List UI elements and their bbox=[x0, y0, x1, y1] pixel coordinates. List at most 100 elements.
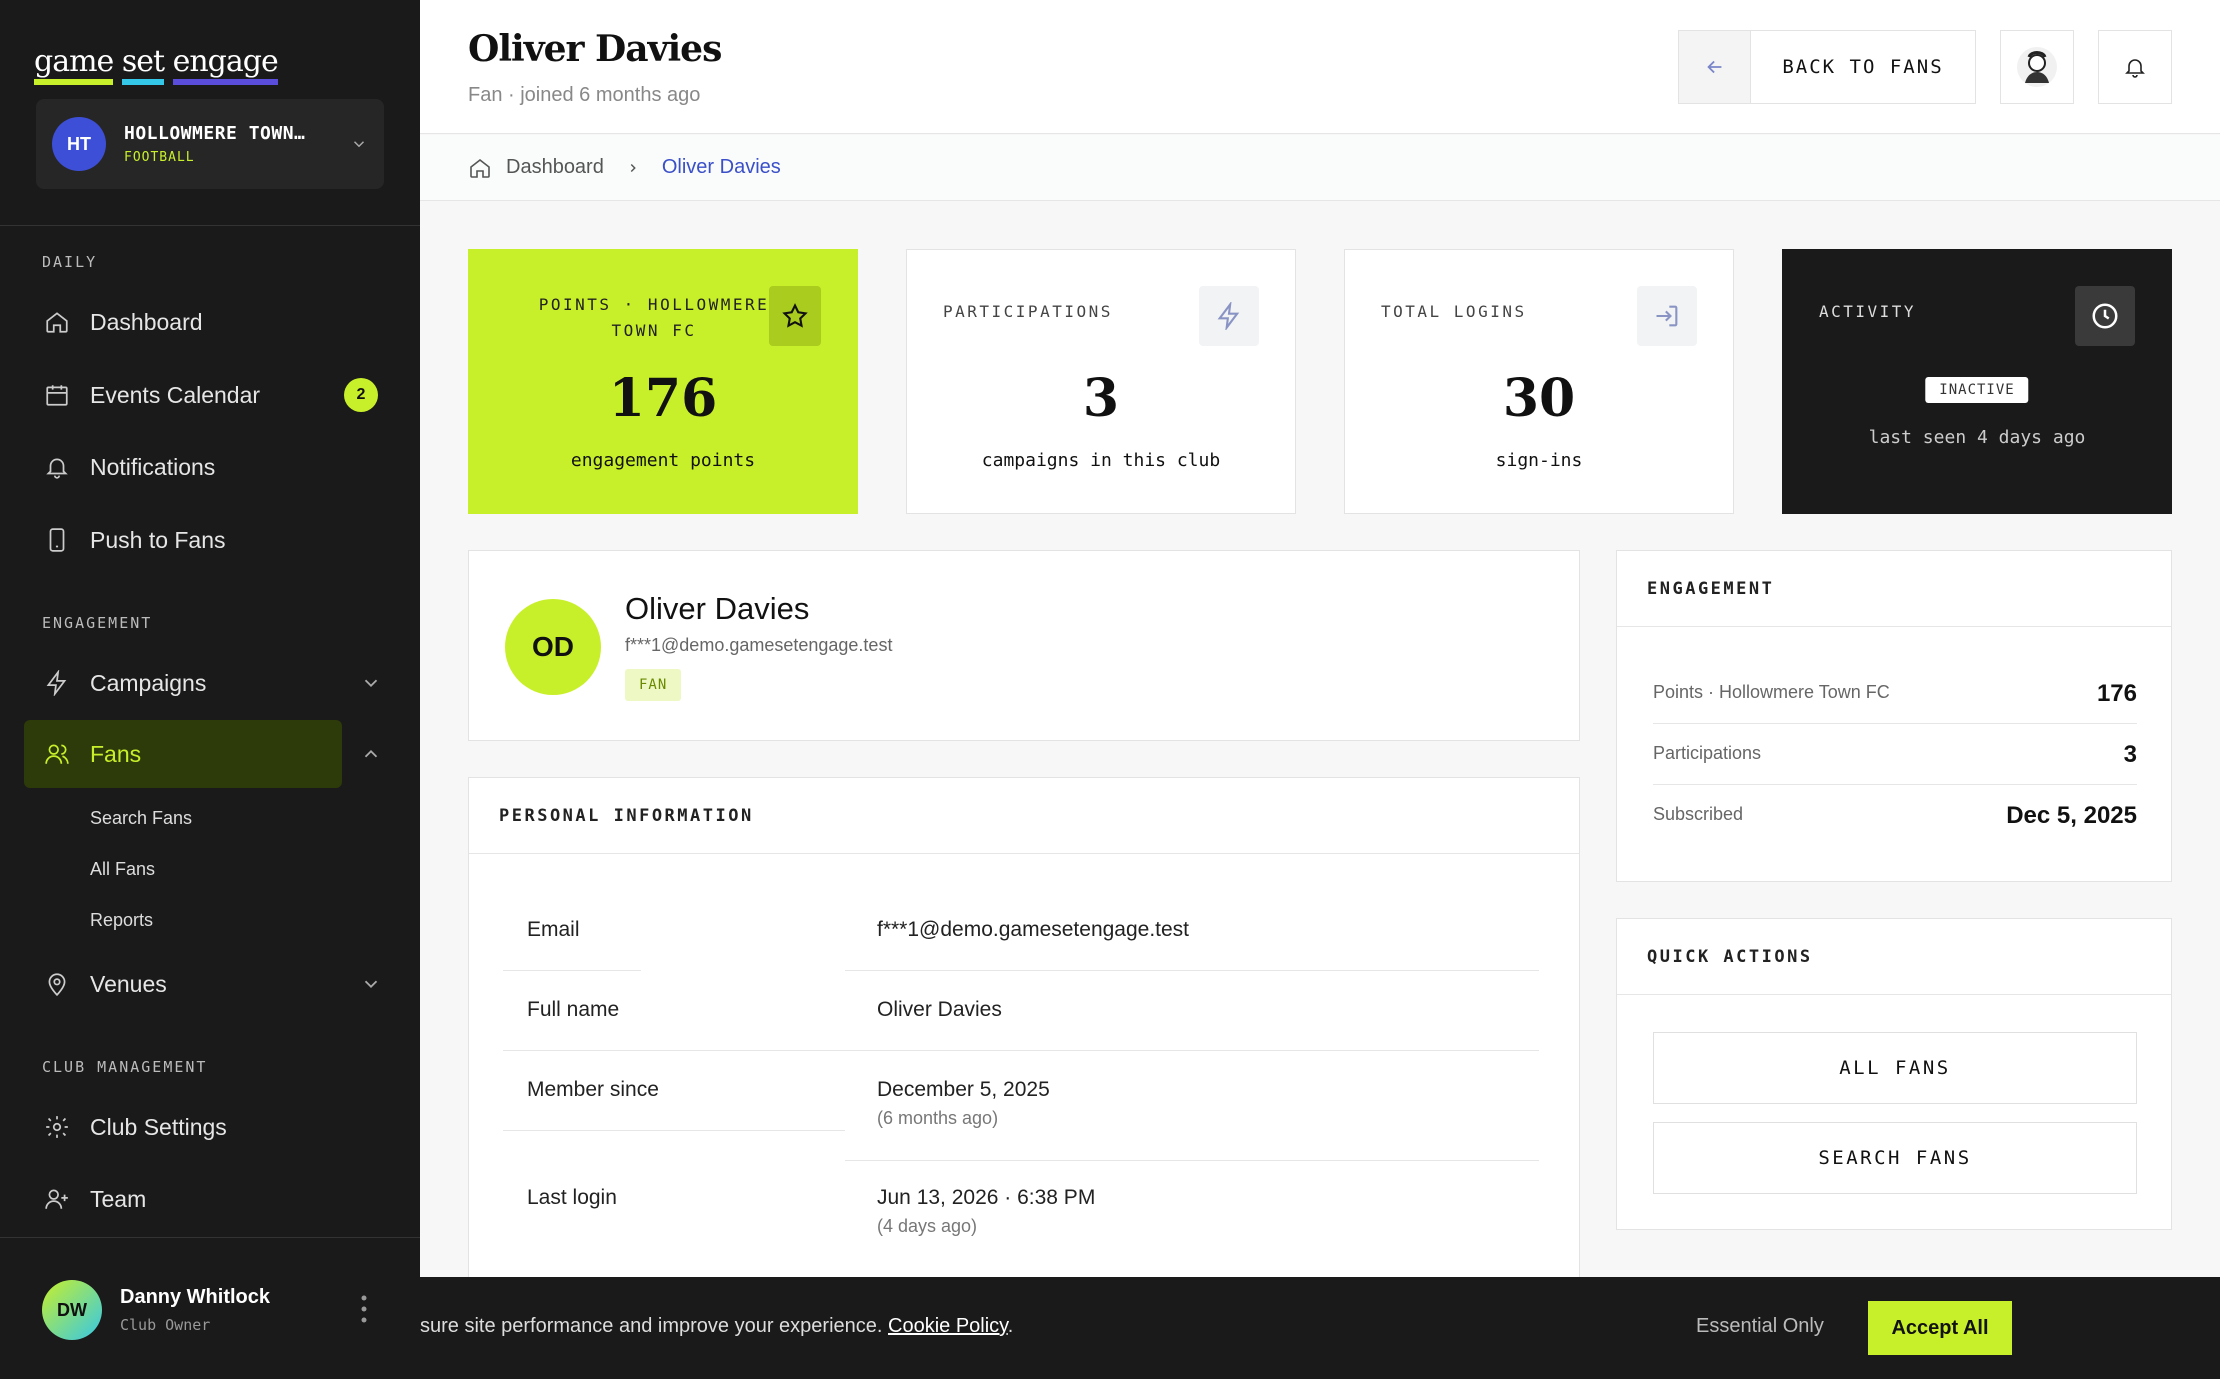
map-pin-icon bbox=[48, 973, 66, 997]
sidebar-item-events-calendar[interactable]: Events Calendar bbox=[24, 361, 342, 429]
chevron-right-icon bbox=[630, 163, 636, 172]
profile-avatar-button[interactable] bbox=[2000, 30, 2074, 104]
club-name: HOLLOWMERE TOWN… bbox=[124, 123, 306, 144]
club-switcher[interactable]: HT HOLLOWMERE TOWN… FOOTBALL bbox=[36, 99, 384, 189]
stat-label: TOTAL LOGINS bbox=[1381, 302, 1527, 321]
sidebar-item-label: Venues bbox=[90, 970, 167, 997]
chevron-down-icon[interactable] bbox=[360, 672, 382, 694]
stat-value: 3 bbox=[1082, 368, 1120, 429]
chevron-down-icon bbox=[353, 141, 365, 148]
accept-all-button[interactable]: Accept All bbox=[1868, 1301, 2012, 1355]
login-icon bbox=[1637, 286, 1697, 346]
card-title: PERSONAL INFORMATION bbox=[469, 778, 1579, 854]
user-name: Danny Whitlock bbox=[120, 1286, 271, 1308]
sidebar-subitem-reports[interactable]: Reports bbox=[90, 910, 153, 931]
engagement-row: Participations 3 bbox=[1653, 725, 2137, 785]
gear-icon bbox=[46, 1116, 68, 1138]
user-role: Club Owner bbox=[120, 1316, 211, 1334]
card-title: QUICK ACTIONS bbox=[1617, 919, 2171, 995]
stat-card-points: POINTS · HOLLOWMERE TOWN FC 176 engageme… bbox=[468, 249, 858, 514]
profile-card: OD Oliver Davies f***1@demo.gamesetengag… bbox=[468, 550, 1580, 741]
club-avatar: HT bbox=[52, 117, 106, 171]
bell-icon bbox=[46, 458, 68, 479]
club-type: FOOTBALL bbox=[124, 150, 195, 165]
chevron-down-icon[interactable] bbox=[360, 973, 382, 995]
search-fans-button[interactable]: SEARCH FANS bbox=[1653, 1122, 2137, 1194]
stat-caption: engagement points bbox=[570, 450, 756, 471]
engagement-row: Subscribed Dec 5, 2025 bbox=[1653, 802, 2137, 829]
sidebar-item-label: Push to Fans bbox=[90, 526, 226, 553]
divider bbox=[503, 1050, 1539, 1051]
sidebar-item-label: Campaigns bbox=[90, 669, 207, 696]
sidebar: game set engage HT HOLLOWMERE TOWN… FOOT… bbox=[0, 0, 420, 1379]
stat-card-total-logins: TOTAL LOGINS 30 sign-ins bbox=[1344, 249, 1734, 514]
essential-only-button[interactable]: Essential Only bbox=[1696, 1315, 1824, 1338]
breadcrumb: Dashboard Oliver Davies bbox=[420, 135, 2220, 201]
stat-value: 30 bbox=[1502, 368, 1576, 429]
sidebar-item-dashboard[interactable]: Dashboard bbox=[24, 288, 342, 356]
stat-caption: sign-ins bbox=[1495, 450, 1583, 471]
avatar: OD bbox=[505, 599, 601, 695]
card-title: ENGAGEMENT bbox=[1617, 551, 2171, 627]
calendar-icon bbox=[46, 385, 68, 406]
breadcrumb-dashboard-link[interactable]: Dashboard bbox=[506, 156, 604, 179]
cookie-banner: sure site performance and improve your e… bbox=[420, 1277, 2220, 1379]
section-label-daily: DAILY bbox=[42, 253, 98, 271]
brand-logo[interactable]: game set engage bbox=[34, 44, 279, 85]
stat-caption: campaigns in this club bbox=[981, 450, 1221, 471]
profile-name: Oliver Davies bbox=[625, 591, 810, 626]
sidebar-item-team[interactable]: Team bbox=[24, 1165, 342, 1233]
quick-actions-card: QUICK ACTIONS ALL FANS SEARCH FANS bbox=[1616, 918, 2172, 1230]
sidebar-item-label: Fans bbox=[90, 740, 142, 767]
cookie-text: sure site performance and improve your e… bbox=[420, 1315, 1014, 1337]
sidebar-item-push-to-fans[interactable]: Push to Fans bbox=[24, 506, 342, 574]
status-badge: INACTIVE bbox=[1925, 377, 2029, 403]
sidebar-item-label: Notifications bbox=[90, 453, 216, 480]
page-title: Oliver Davies bbox=[468, 28, 722, 70]
home-icon bbox=[46, 312, 68, 333]
arrow-left-icon bbox=[1706, 60, 1721, 74]
lightning-icon bbox=[1199, 286, 1259, 346]
sidebar-item-notifications[interactable]: Notifications bbox=[24, 433, 342, 501]
breadcrumb-current: Oliver Davies bbox=[661, 156, 781, 178]
clock-icon bbox=[2075, 286, 2135, 346]
cookie-policy-link[interactable]: Cookie Policy bbox=[888, 1315, 1008, 1337]
divider bbox=[503, 1130, 845, 1131]
sidebar-divider bbox=[0, 225, 420, 226]
section-label-club-management: CLUB MANAGEMENT bbox=[42, 1058, 208, 1076]
sidebar-item-campaigns[interactable]: Campaigns bbox=[24, 649, 342, 717]
sidebar-subitem-all-fans[interactable]: All Fans bbox=[90, 859, 155, 880]
profile-email: f***1@demo.gamesetengage.test bbox=[625, 635, 893, 655]
current-user[interactable]: DW Danny Whitlock Club Owner bbox=[0, 1237, 420, 1379]
sidebar-subitem-search-fans[interactable]: Search Fans bbox=[90, 808, 192, 829]
page-subtitle: Fan · joined 6 months ago bbox=[468, 84, 701, 106]
sidebar-item-club-settings[interactable]: Club Settings bbox=[24, 1093, 342, 1161]
divider bbox=[845, 1160, 1539, 1161]
lightning-icon bbox=[46, 670, 67, 696]
more-vertical-icon[interactable] bbox=[360, 1294, 368, 1324]
page-header: Oliver Davies Fan · joined 6 months ago … bbox=[420, 0, 2220, 134]
sidebar-item-venues[interactable]: Venues bbox=[24, 950, 342, 1018]
events-count-badge: 2 bbox=[344, 378, 378, 412]
chevron-up-icon[interactable] bbox=[360, 743, 382, 765]
avatar: DW bbox=[42, 1280, 102, 1340]
notifications-button[interactable] bbox=[2098, 30, 2172, 104]
stat-label: ACTIVITY bbox=[1819, 302, 1917, 321]
sidebar-item-fans[interactable]: Fans bbox=[24, 720, 342, 788]
phone-icon bbox=[49, 528, 65, 552]
section-label-engagement: ENGAGEMENT bbox=[42, 614, 153, 632]
user-plus-icon bbox=[45, 1189, 68, 1209]
sidebar-item-label: Dashboard bbox=[90, 308, 203, 335]
stat-label: PARTICIPATIONS bbox=[943, 302, 1113, 321]
home-icon[interactable] bbox=[468, 156, 492, 180]
stat-label: POINTS · HOLLOWMERE TOWN FC bbox=[538, 295, 770, 340]
divider bbox=[845, 970, 1539, 971]
all-fans-button[interactable]: ALL FANS bbox=[1653, 1032, 2137, 1104]
sidebar-item-label: Events Calendar bbox=[90, 381, 261, 408]
star-icon bbox=[769, 286, 821, 346]
users-icon bbox=[45, 744, 69, 764]
bell-icon bbox=[2125, 59, 2145, 78]
role-badge: FAN bbox=[625, 669, 682, 701]
engagement-card: ENGAGEMENT Points · Hollowmere Town FC 1… bbox=[1616, 550, 2172, 882]
back-to-fans-button[interactable]: BACK TO FANS bbox=[1678, 30, 1976, 104]
